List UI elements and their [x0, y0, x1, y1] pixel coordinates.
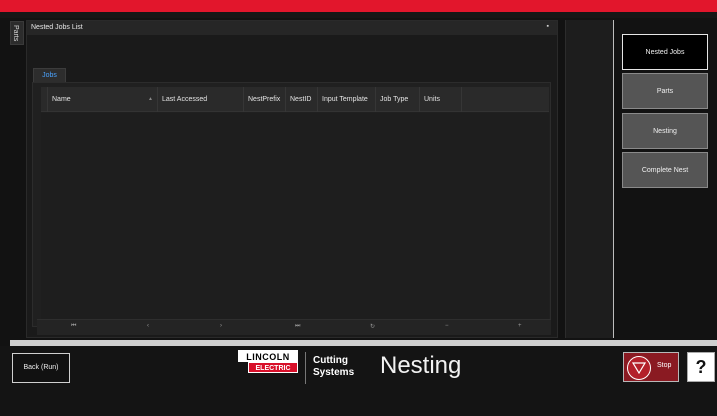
column-label: Job Type: [380, 96, 409, 103]
column-nest-id[interactable]: NestID: [285, 87, 317, 112]
brand-line-2: Systems: [313, 367, 355, 378]
sort-icon: ▲: [148, 96, 153, 102]
side-tab-parts[interactable]: Parts: [10, 21, 24, 45]
prev-page-icon[interactable]: ‹: [147, 323, 149, 329]
top-gap: [0, 12, 717, 18]
screen-title: Nesting: [380, 352, 462, 379]
refresh-icon[interactable]: ↻: [370, 323, 375, 330]
grid-pager: ⏮ ‹ › ⏭ ↻ − +: [37, 319, 551, 335]
nav-nesting-button[interactable]: Nesting: [622, 113, 708, 149]
add-icon[interactable]: +: [518, 323, 522, 329]
column-input-template[interactable]: Input Template: [317, 87, 375, 112]
bottom-toolbar: Back (Run) LINCOLN ELECTRIC Cutting Syst…: [0, 346, 717, 390]
side-strip: [565, 20, 613, 338]
column-last-accessed[interactable]: Last Accessed: [157, 87, 243, 112]
nav-nested-jobs-button[interactable]: Nested Jobs: [622, 34, 708, 70]
panel-title: Nested Jobs List: [31, 24, 83, 31]
panel-header: Nested Jobs List ▪: [27, 21, 557, 35]
logo-top-text: LINCOLN: [238, 350, 298, 362]
logo-bottom-text: ELECTRIC: [248, 362, 298, 373]
column-label: Input Template: [322, 96, 368, 103]
next-page-icon[interactable]: ›: [220, 323, 222, 329]
stop-icon: [627, 356, 651, 380]
back-run-button[interactable]: Back (Run): [12, 353, 70, 383]
first-page-icon[interactable]: ⏮: [71, 323, 76, 330]
logo-separator: [305, 352, 306, 384]
remove-icon[interactable]: −: [445, 323, 449, 329]
stop-button[interactable]: Stop: [623, 352, 679, 382]
stop-label: Stop: [657, 362, 672, 369]
column-label: Units: [424, 96, 440, 103]
lincoln-electric-logo: LINCOLN ELECTRIC: [238, 350, 298, 376]
column-filler: [461, 87, 549, 112]
column-label: NestID: [290, 96, 312, 103]
grid-header: Name ▲ Last Accessed NestPrefix NestID I…: [41, 87, 549, 112]
nav-parts-button[interactable]: Parts: [622, 73, 708, 109]
side-tab-label: Parts: [12, 25, 19, 42]
tab-jobs[interactable]: Jobs: [33, 68, 66, 82]
brand-line-1: Cutting: [313, 355, 348, 366]
top-accent-bar: [0, 0, 717, 12]
column-job-type[interactable]: Job Type: [375, 87, 419, 112]
column-nest-prefix[interactable]: NestPrefix: [243, 87, 285, 112]
last-page-icon[interactable]: ⏭: [295, 323, 300, 330]
jobs-grid: Name ▲ Last Accessed NestPrefix NestID I…: [32, 82, 551, 327]
column-units[interactable]: Units: [419, 87, 461, 112]
column-label: NestPrefix: [248, 96, 281, 103]
divider-line: [613, 20, 614, 338]
column-label: Name: [52, 96, 71, 103]
help-button[interactable]: ?: [687, 352, 715, 382]
grid-body: [41, 113, 549, 323]
nav-complete-nest-button[interactable]: Complete Nest: [622, 152, 708, 188]
column-name[interactable]: Name ▲: [47, 87, 157, 112]
pin-icon[interactable]: ▪: [547, 23, 549, 30]
footer-area: [0, 390, 717, 416]
nested-jobs-panel: Nested Jobs List ▪ Jobs Name ▲ Last Acce…: [26, 20, 558, 338]
column-label: Last Accessed: [162, 96, 208, 103]
